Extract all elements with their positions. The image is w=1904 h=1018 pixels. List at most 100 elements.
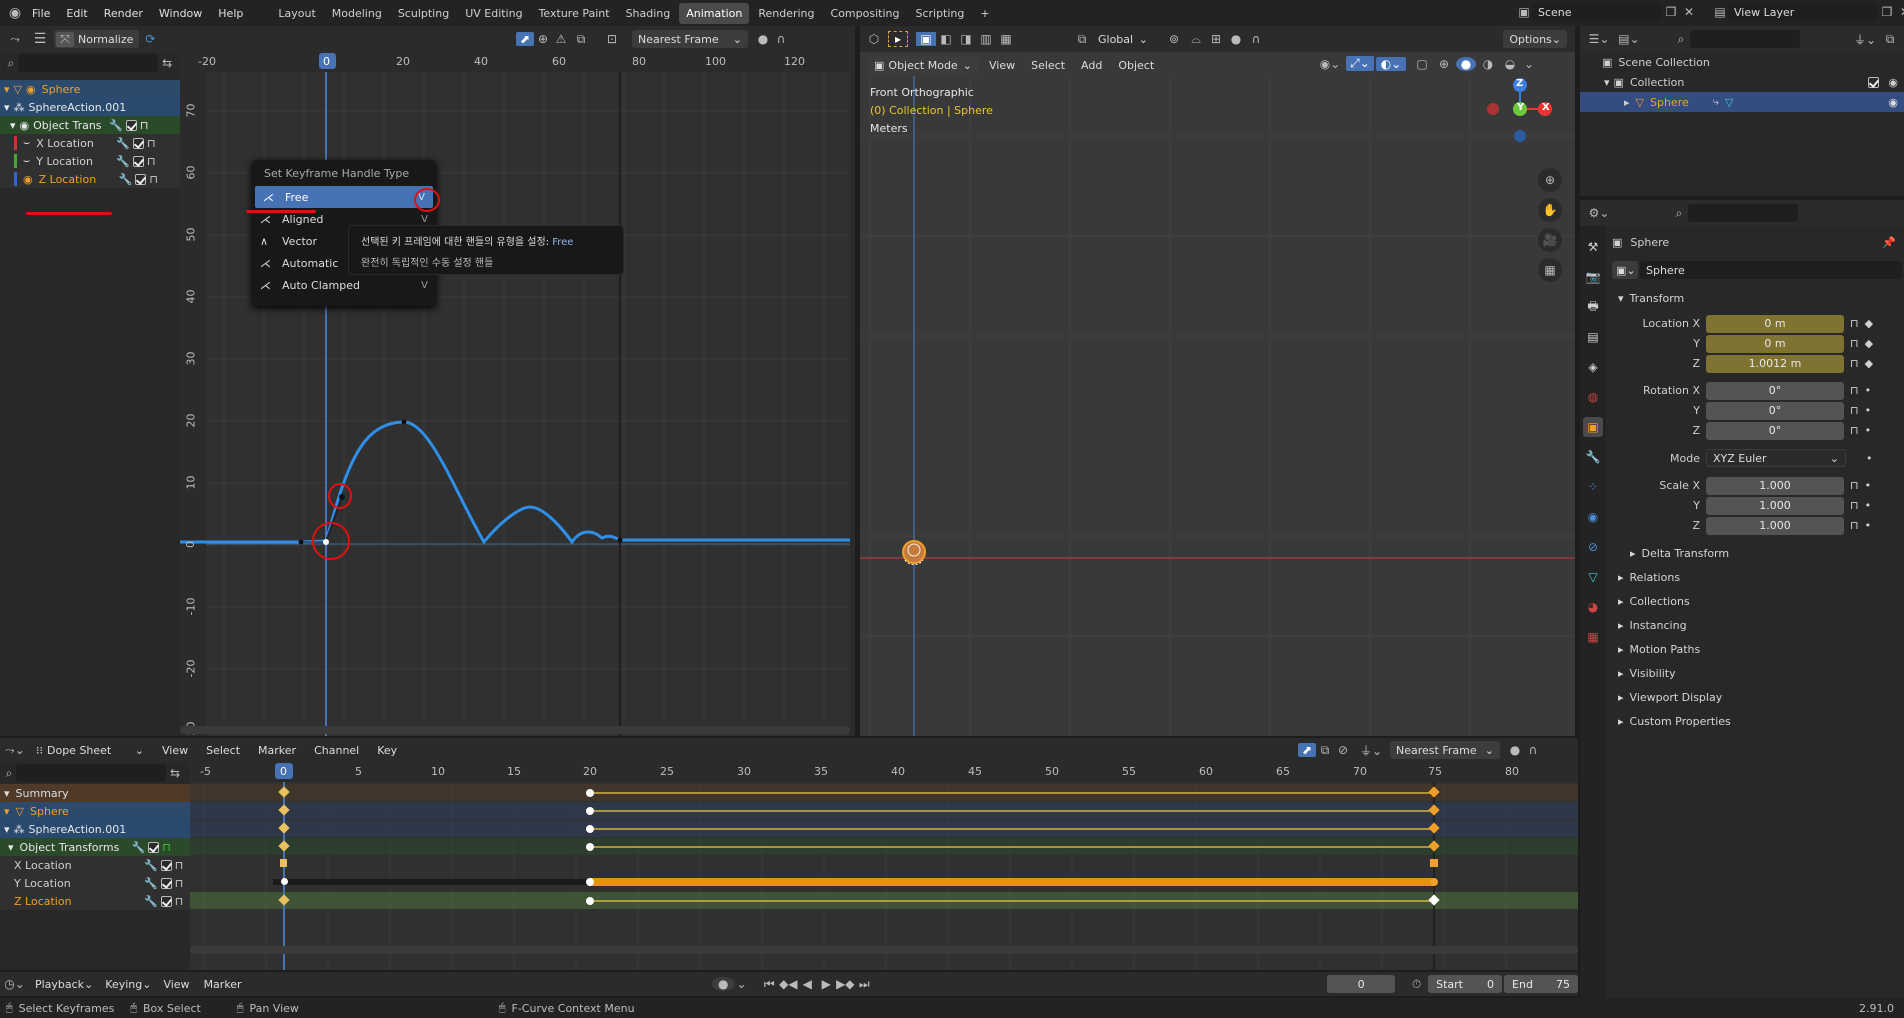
- output-icon[interactable]: 🖶: [1583, 297, 1603, 317]
- menu-select[interactable]: Select: [1026, 59, 1070, 72]
- view-layer-name-field[interactable]: View Layer: [1728, 3, 1878, 21]
- wrench-icon[interactable]: 🔧: [116, 155, 130, 168]
- location-x-field[interactable]: 0 m: [1706, 314, 1844, 333]
- graph-channel-y-location[interactable]: ⌣ Y Location 🔧 ⊓: [0, 152, 180, 170]
- dopesheet-channel-group[interactable]: ▾ Object Transforms 🔧 ⊓: [0, 838, 190, 856]
- datablock-browse-icon[interactable]: ▣⌄: [1612, 261, 1638, 279]
- graph-channel-x-location[interactable]: ⌣ X Location 🔧 ⊓: [0, 134, 180, 152]
- keyframe-group-20[interactable]: [586, 843, 594, 851]
- falloff-icon[interactable]: ∩: [1524, 743, 1542, 757]
- properties-search-input[interactable]: [1688, 204, 1798, 222]
- disclosure-down-icon[interactable]: ▾: [8, 841, 14, 854]
- camera-icon[interactable]: 🎥: [1538, 228, 1562, 252]
- disclosure-down-icon[interactable]: ▾: [4, 805, 10, 818]
- warning-icon[interactable]: ⚠: [552, 32, 570, 46]
- graph-channel-group[interactable]: ▾ ◉ Object Trans 🔧 ⊓: [0, 116, 180, 134]
- constraints-icon[interactable]: ⊘: [1583, 537, 1603, 557]
- tab-uv-editing[interactable]: UV Editing: [458, 3, 529, 24]
- proportional-edit-icon[interactable]: ●: [754, 32, 772, 46]
- chevron-down-icon[interactable]: ⌄: [1522, 57, 1536, 71]
- view-layer-selector[interactable]: ▤ View Layer ❐ ✕: [1712, 3, 1904, 21]
- rotation-z-field[interactable]: 0°: [1706, 421, 1844, 440]
- dopesheet-channel-y-location[interactable]: Y Location 🔧 ⊓: [0, 874, 190, 892]
- checkbox-icon[interactable]: [160, 877, 172, 889]
- motion-paths-panel[interactable]: ▸ Motion Paths: [1612, 637, 1902, 661]
- wrench-icon[interactable]: 🔧: [144, 895, 158, 908]
- wrench-icon[interactable]: 🔧: [109, 119, 123, 132]
- keyframe-y-20[interactable]: [586, 878, 594, 886]
- snap-icon[interactable]: ⌓: [1186, 32, 1206, 47]
- eye-icon[interactable]: ◉: [23, 173, 33, 186]
- viewport-canvas[interactable]: Front Orthographic (0) Collection | Sphe…: [860, 76, 1575, 736]
- disclosure-down-icon[interactable]: ▾: [4, 83, 10, 96]
- select-mode-icon[interactable]: ◧: [936, 32, 956, 46]
- wrench-icon[interactable]: 🔧: [119, 173, 133, 186]
- chevron-down-icon[interactable]: ⌄: [735, 977, 749, 991]
- scene-selector[interactable]: ▣ Scene ❐ ✕: [1516, 3, 1698, 21]
- menu-select[interactable]: Select: [206, 744, 240, 757]
- editor-type-icon[interactable]: ⬡: [860, 32, 888, 46]
- dopesheet-channel-summary[interactable]: ▾ Summary: [0, 784, 190, 802]
- play-icon[interactable]: ▶: [817, 977, 835, 991]
- cursor-select-icon[interactable]: ⬈: [1298, 743, 1316, 757]
- jump-start-icon[interactable]: ⏮: [760, 977, 778, 992]
- dopesheet-keyframe-area[interactable]: -5 0 5 10 15 20 25 30 35 40 45 50 55 60 …: [190, 762, 1578, 970]
- graph-channel-action[interactable]: ▾ ⁂ SphereAction.001: [0, 98, 180, 116]
- normalize-toggle[interactable]: ⤧ Normalize: [54, 30, 140, 48]
- dopesheet-channel-action[interactable]: ▾ ⁂ SphereAction.001: [0, 820, 190, 838]
- outliner-search-input[interactable]: [1690, 30, 1800, 48]
- proportional-edit-icon[interactable]: ●: [1226, 32, 1246, 46]
- lock-icon[interactable]: ⊓: [175, 859, 184, 872]
- pivot-icon[interactable]: ⊚: [1162, 32, 1186, 46]
- keyframe-sphere-0[interactable]: [278, 804, 290, 816]
- menu-help[interactable]: Help: [218, 7, 243, 20]
- relations-panel[interactable]: ▸ Relations: [1612, 565, 1902, 589]
- prev-keyframe-icon[interactable]: ◆◀: [779, 977, 797, 991]
- tab-layout[interactable]: Layout: [271, 3, 322, 24]
- copy-icon[interactable]: ❐: [1878, 5, 1896, 19]
- lock-icon[interactable]: ⊓: [1850, 479, 1859, 492]
- close-icon[interactable]: ✕: [1680, 5, 1698, 19]
- tab-scripting[interactable]: Scripting: [908, 3, 971, 24]
- swap-icon[interactable]: ⇆: [158, 56, 176, 70]
- keyframe-dot-icon[interactable]: •: [1865, 499, 1872, 512]
- lock-icon[interactable]: ⊓: [1850, 384, 1859, 397]
- editor-type-icon[interactable]: ◷⌄: [0, 977, 29, 991]
- eye-icon[interactable]: ◉: [20, 119, 30, 132]
- xray-icon[interactable]: ▢: [1412, 57, 1432, 71]
- scale-x-field[interactable]: 1.000: [1706, 476, 1844, 495]
- pivot-icon[interactable]: ⊡: [600, 32, 624, 46]
- hamburger-menu-icon[interactable]: ☰: [30, 31, 50, 47]
- scale-y-field[interactable]: 1.000: [1706, 496, 1844, 515]
- options-dropdown[interactable]: Options ⌄: [1503, 30, 1567, 48]
- menu-channel[interactable]: Channel: [314, 744, 359, 757]
- keyframe-sphere-75[interactable]: [1428, 804, 1440, 816]
- menu-marker[interactable]: Marker: [204, 978, 242, 991]
- datablock-name-field[interactable]: Sphere: [1640, 261, 1902, 279]
- tab-compositing[interactable]: Compositing: [824, 3, 907, 24]
- lock-icon[interactable]: ⊓: [1850, 404, 1859, 417]
- curve-visibility-icon[interactable]: ⌣: [23, 154, 30, 168]
- lock-icon[interactable]: ⊓: [175, 895, 184, 908]
- disclosure-down-icon[interactable]: ▾: [4, 823, 10, 836]
- instancing-panel[interactable]: ▸ Instancing: [1612, 613, 1902, 637]
- wireframe-shading-icon[interactable]: ⊕: [1434, 57, 1454, 71]
- checkbox-icon[interactable]: [132, 155, 144, 167]
- editor-type-icon[interactable]: ⤳⌄: [0, 743, 30, 758]
- orientation-dropdown[interactable]: Global ⌄: [1092, 30, 1154, 48]
- menu-add[interactable]: Add: [1076, 59, 1107, 72]
- collections-panel[interactable]: ▸ Collections: [1612, 589, 1902, 613]
- keyframe-summary-20[interactable]: [586, 789, 594, 797]
- wrench-icon[interactable]: 🔧: [116, 137, 130, 150]
- keyframe-y-0[interactable]: [281, 878, 288, 885]
- menu-item-auto-clamped[interactable]: ⋌ Auto Clamped V: [252, 274, 436, 296]
- close-icon[interactable]: ✕: [1896, 5, 1904, 19]
- checkbox-icon[interactable]: [148, 841, 160, 853]
- select-mode-icon[interactable]: ▥: [976, 32, 996, 46]
- jump-end-icon[interactable]: ⏭: [855, 977, 873, 992]
- editor-type-icon[interactable]: ☰⌄: [1584, 32, 1614, 46]
- keyframe-z-20[interactable]: [586, 897, 594, 905]
- proportional-edit-icon[interactable]: ●: [1506, 743, 1524, 757]
- tab-sculpting[interactable]: Sculpting: [391, 3, 456, 24]
- graph-channel-sphere[interactable]: ▾ ▽ ◉ Sphere: [0, 80, 180, 98]
